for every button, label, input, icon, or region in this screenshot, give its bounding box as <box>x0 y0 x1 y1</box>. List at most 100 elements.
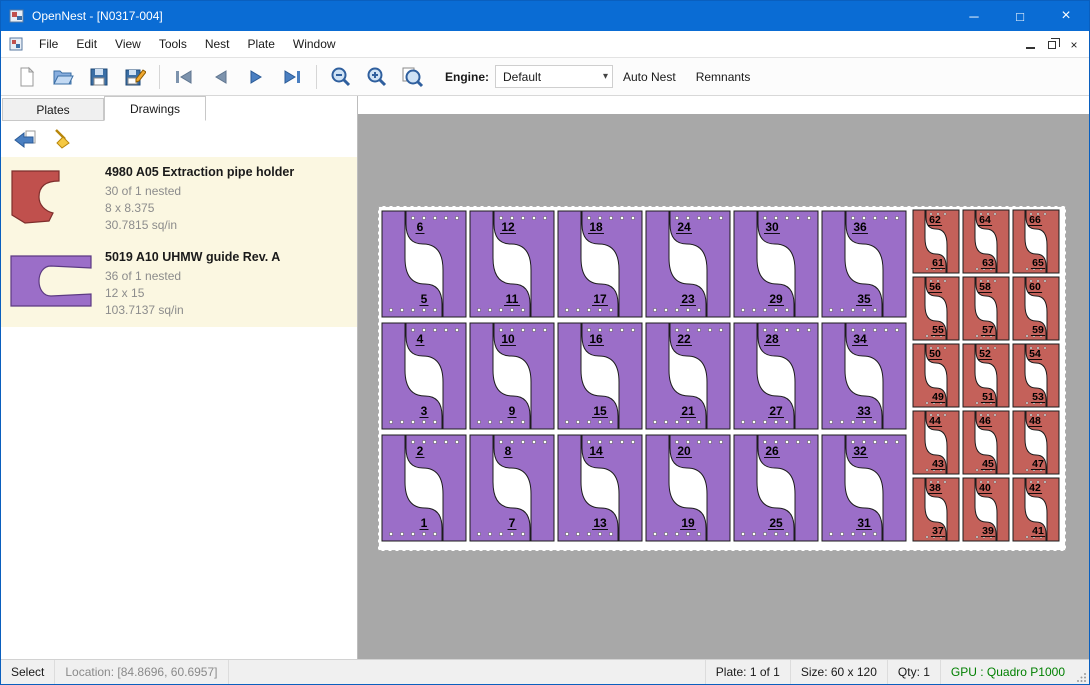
first-plate-button[interactable] <box>166 61 202 93</box>
red-part-shape <box>9 169 65 227</box>
main-toolbar: Engine: Default ▾ Auto Nest Remnants <box>1 58 1089 96</box>
svg-text:64: 64 <box>979 214 991 226</box>
svg-text:52: 52 <box>979 348 991 360</box>
engine-label: Engine: <box>445 70 489 84</box>
svg-text:8: 8 <box>505 444 512 458</box>
menu-plate[interactable]: Plate <box>239 31 284 58</box>
mdi-document-icon[interactable] <box>9 37 24 52</box>
next-plate-button[interactable] <box>238 61 274 93</box>
svg-text:54: 54 <box>1029 348 1041 360</box>
close-button[interactable]: × <box>1043 1 1089 31</box>
mdi-restore-icon[interactable] <box>1041 35 1063 55</box>
zoom-fit-button[interactable] <box>395 61 431 93</box>
arrow-left-icon <box>208 66 232 88</box>
part-list-item[interactable]: 5019 A10 UHMW guide Rev. A 36 of 1 neste… <box>1 242 357 327</box>
arrow-return-left-icon <box>12 129 38 149</box>
svg-text:10: 10 <box>501 332 515 346</box>
status-plate: Plate: 1 of 1 <box>705 660 790 684</box>
svg-text:51: 51 <box>982 391 994 403</box>
menu-window[interactable]: Window <box>284 31 345 58</box>
svg-text:43: 43 <box>932 458 944 470</box>
return-parts-button[interactable] <box>9 125 41 153</box>
svg-text:1: 1 <box>421 516 428 530</box>
svg-text:57: 57 <box>982 324 994 336</box>
tab-drawings[interactable]: Drawings <box>104 96 206 121</box>
part-area: 30.7815 sq/in <box>105 217 351 234</box>
save-as-button[interactable] <box>117 61 153 93</box>
part-thumbnail <box>9 250 105 321</box>
last-plate-button[interactable] <box>274 61 310 93</box>
svg-text:34: 34 <box>853 332 867 346</box>
svg-text:65: 65 <box>1032 257 1044 269</box>
svg-text:16: 16 <box>589 332 603 346</box>
magnifier-plus-icon <box>365 65 389 89</box>
part-list-item[interactable]: 4980 A05 Extraction pipe holder 30 of 1 … <box>1 157 357 242</box>
engine-select[interactable]: Default ▾ <box>495 65 613 88</box>
status-bar: Select Location: [84.8696, 60.6957] Plat… <box>1 659 1089 684</box>
svg-text:25: 25 <box>769 516 783 530</box>
svg-text:29: 29 <box>769 292 783 306</box>
svg-text:20: 20 <box>677 444 691 458</box>
svg-text:7: 7 <box>509 516 516 530</box>
engine-selected-value: Default <box>503 70 541 84</box>
save-button[interactable] <box>81 61 117 93</box>
tab-plates[interactable]: Plates <box>2 98 104 121</box>
svg-text:33: 33 <box>857 404 871 418</box>
panel-tabs: Plates Drawings <box>1 96 357 121</box>
zoom-in-button[interactable] <box>359 61 395 93</box>
svg-text:56: 56 <box>929 281 941 293</box>
part-nested-count: 30 of 1 nested <box>105 183 351 200</box>
open-button[interactable] <box>45 61 81 93</box>
svg-text:31: 31 <box>857 516 871 530</box>
svg-text:36: 36 <box>853 220 867 234</box>
plate[interactable]: 6512111817242330293635431091615222128273… <box>378 206 1066 551</box>
broom-icon <box>52 128 74 150</box>
svg-text:4: 4 <box>417 332 424 346</box>
svg-text:17: 17 <box>593 292 607 306</box>
maximize-button[interactable]: □ <box>997 1 1043 31</box>
previous-plate-button[interactable] <box>202 61 238 93</box>
svg-text:38: 38 <box>929 482 941 494</box>
svg-text:19: 19 <box>681 516 695 530</box>
resize-grip[interactable] <box>1075 660 1089 684</box>
skip-to-end-icon <box>280 66 304 88</box>
remnants-button[interactable]: Remnants <box>686 61 761 93</box>
title-bar: OpenNest - [N0317-004] ─ □ × <box>1 1 1089 31</box>
app-icon <box>9 8 25 24</box>
mdi-close-icon[interactable]: × <box>1063 35 1085 55</box>
clear-button[interactable] <box>47 125 79 153</box>
magnifier-page-icon <box>401 65 425 89</box>
nest-drawing[interactable]: 6512111817242330293635431091615222128273… <box>378 206 1066 551</box>
svg-text:6: 6 <box>417 220 424 234</box>
menu-nest[interactable]: Nest <box>196 31 239 58</box>
svg-text:55: 55 <box>932 324 944 336</box>
chevron-down-icon: ▾ <box>603 71 608 82</box>
svg-text:66: 66 <box>1029 214 1041 226</box>
toolbar-separator <box>159 65 160 89</box>
svg-text:26: 26 <box>765 444 779 458</box>
app-window: OpenNest - [N0317-004] ─ □ × File Edit V… <box>0 0 1090 685</box>
status-size: Size: 60 x 120 <box>790 660 887 684</box>
new-button[interactable] <box>9 61 45 93</box>
save-icon <box>88 66 110 88</box>
status-location: Location: [84.8696, 60.6957] <box>55 660 228 684</box>
svg-text:9: 9 <box>509 404 516 418</box>
zoom-out-button[interactable] <box>323 61 359 93</box>
new-document-icon <box>16 66 38 88</box>
menu-file[interactable]: File <box>30 31 67 58</box>
canvas-margin <box>358 96 1089 114</box>
menu-edit[interactable]: Edit <box>67 31 106 58</box>
svg-text:22: 22 <box>677 332 691 346</box>
auto-nest-button[interactable]: Auto Nest <box>613 61 686 93</box>
svg-text:53: 53 <box>1032 391 1044 403</box>
menu-tools[interactable]: Tools <box>150 31 196 58</box>
main-content: Plates Drawings 4980 A05 Extraction pi <box>1 96 1089 659</box>
svg-text:24: 24 <box>677 220 691 234</box>
svg-text:39: 39 <box>982 525 994 537</box>
mdi-minimize-icon[interactable] <box>1019 35 1041 55</box>
minimize-button[interactable]: ─ <box>951 1 997 31</box>
nest-canvas[interactable]: 6512111817242330293635431091615222128273… <box>358 96 1089 659</box>
svg-text:30: 30 <box>765 220 779 234</box>
menu-view[interactable]: View <box>106 31 150 58</box>
svg-text:15: 15 <box>593 404 607 418</box>
